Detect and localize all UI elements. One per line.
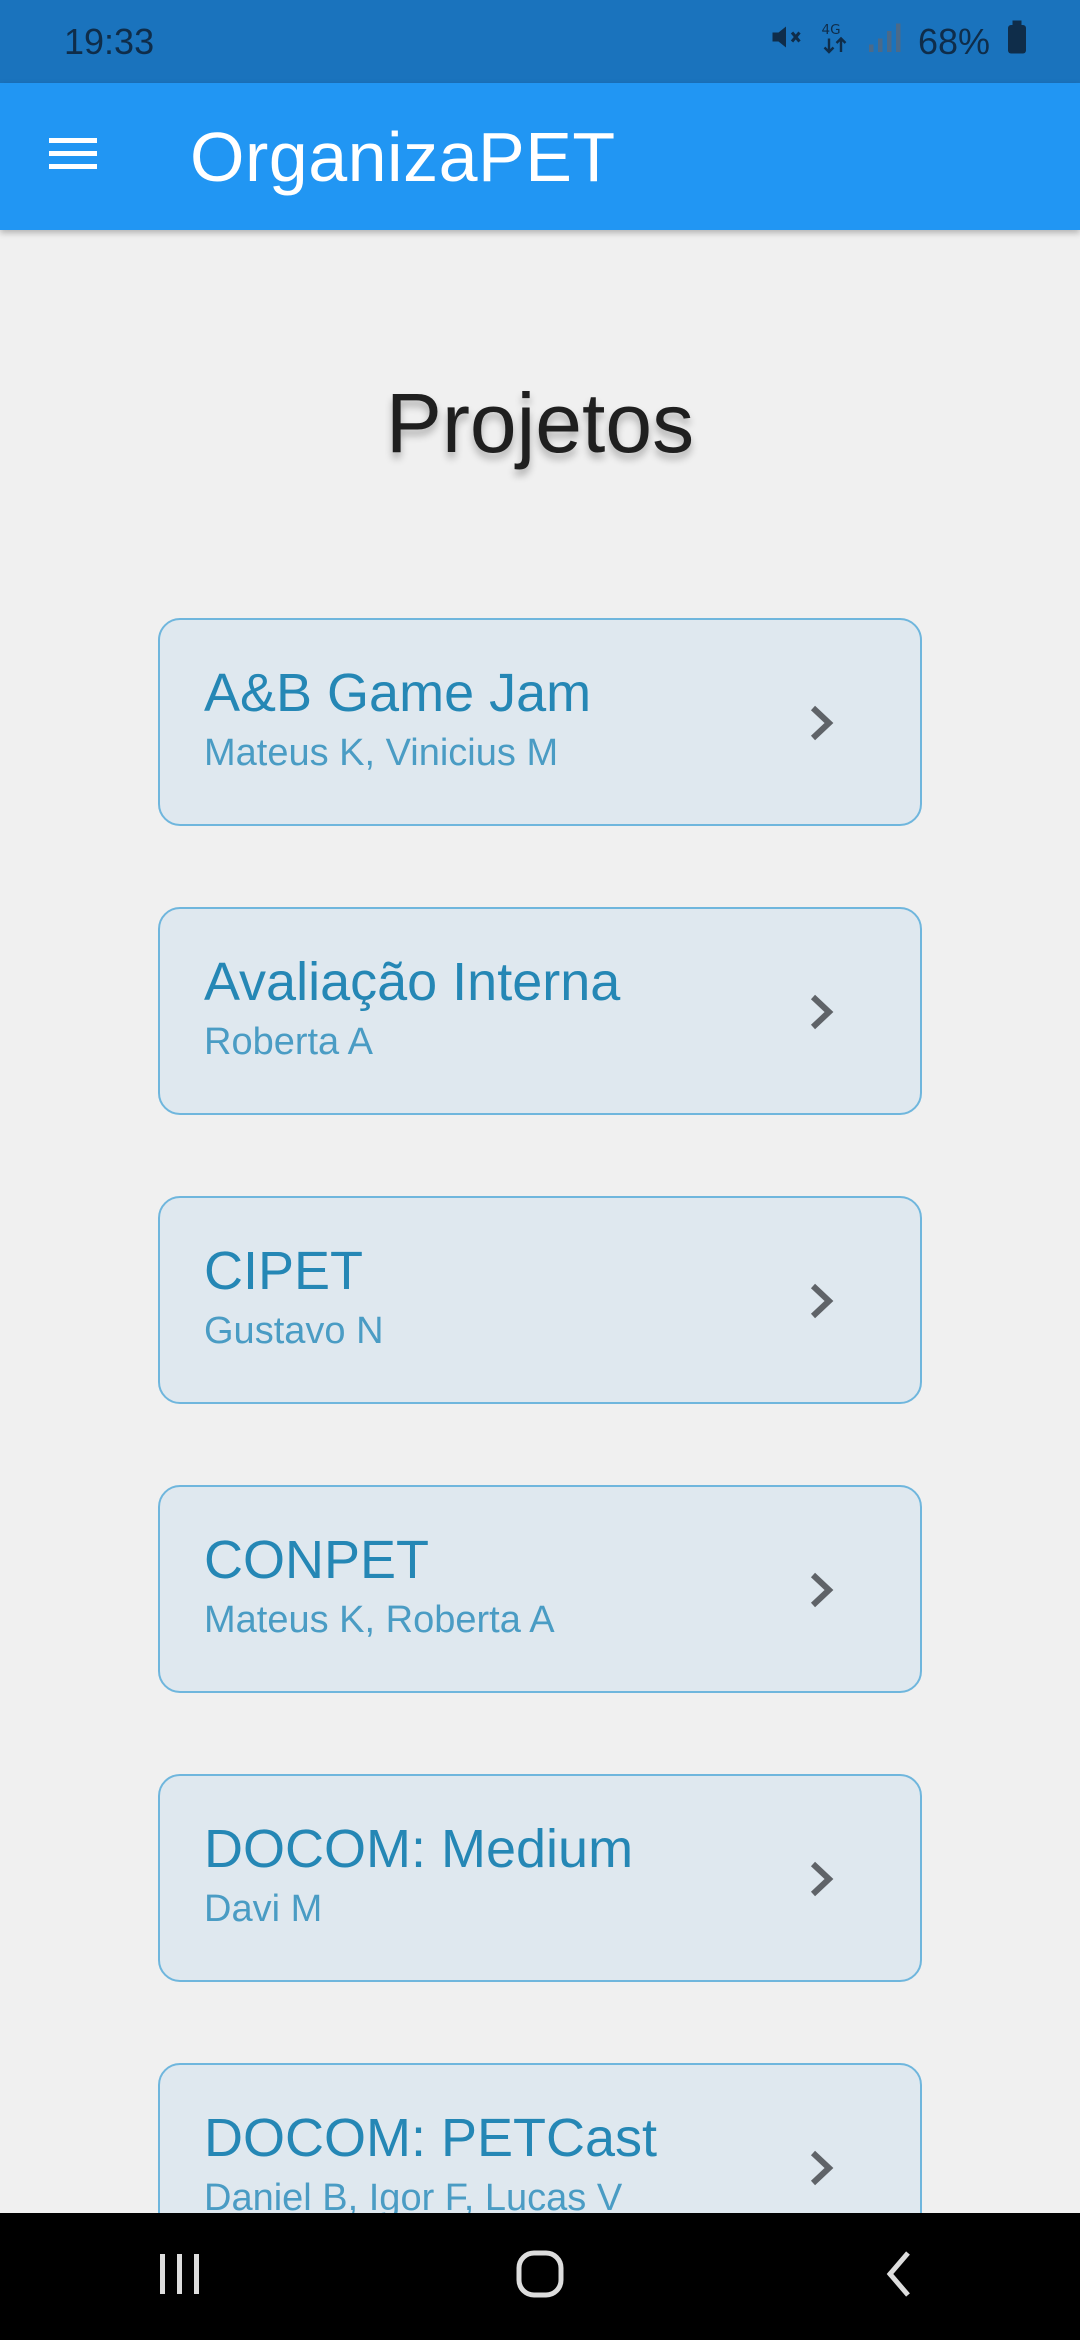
mute-icon [768,19,804,64]
project-card[interactable]: DOCOM: Medium Davi M [158,1774,922,1982]
project-members: Davi M [204,1888,323,1930]
menu-button[interactable] [14,83,134,230]
svg-text:4G: 4G [821,22,840,38]
project-name: CIPET [204,1241,364,1301]
status-bar: 19:33 4G 68% [0,0,1080,83]
project-name: Avaliação Interna [204,952,621,1012]
battery-percentage: 68% [917,20,990,62]
back-icon [880,2249,920,2304]
navigation-bar [0,2213,1080,2340]
chevron-right-icon [796,987,846,1037]
recents-button[interactable] [110,2227,250,2327]
signal-icon [866,19,902,64]
recents-icon [156,2252,204,2301]
4g-data-icon: 4G [820,19,850,64]
chevron-right-icon [796,1276,846,1326]
project-card[interactable]: Avaliação Interna Roberta A [158,907,922,1115]
page-title: Projetos [385,376,695,470]
project-members: Roberta A [204,1021,373,1063]
project-card[interactable]: CIPET Gustavo N [158,1196,922,1404]
project-name: DOCOM: Medium [204,1819,634,1879]
project-name: CONPET [204,1530,430,1590]
chevron-right-icon [796,2143,846,2193]
project-members: Mateus K, Roberta A [204,1599,555,1641]
project-members: Gustavo N [204,1310,384,1352]
back-button[interactable] [830,2227,970,2327]
chevron-right-icon [796,1854,846,1904]
chevron-right-icon [796,698,846,748]
project-name: A&B Game Jam [204,663,592,723]
chevron-right-icon [796,1565,846,1615]
project-card[interactable]: CONPET Mateus K, Roberta A [158,1485,922,1693]
home-icon [515,2249,565,2304]
status-time: 19:33 [64,20,155,62]
hamburger-menu-icon [49,134,99,179]
status-icons: 4G 68% [768,19,1028,64]
app-title: OrganizaPET [190,117,616,196]
project-members: Mateus K, Vinicius M [204,732,559,774]
battery-icon [1006,19,1028,64]
project-card[interactable]: A&B Game Jam Mateus K, Vinicius M [158,618,922,826]
app-bar: OrganizaPET [0,83,1080,230]
home-button[interactable] [470,2227,610,2327]
project-name: DOCOM: PETCast [204,2108,658,2168]
